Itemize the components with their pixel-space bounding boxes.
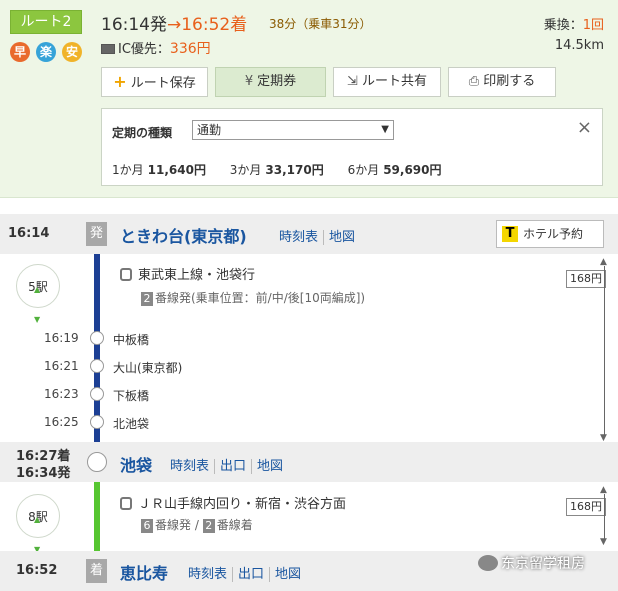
route-times: 16:14発→16:52着: [101, 10, 247, 35]
train-icon: [120, 497, 132, 510]
origin-time: 16:14: [8, 226, 50, 241]
hotel-booking-button[interactable]: T ホテル予約: [496, 220, 604, 248]
leg2-platform: 6 番線発 / 2 番線着: [141, 516, 253, 533]
duration: 38分（乗車31分）: [269, 17, 372, 31]
transfer-label: 乗換：: [543, 18, 583, 33]
destination-station-name[interactable]: 恵比寿: [120, 560, 168, 584]
leg2-fare-range: [604, 494, 605, 540]
transfer-number: 1回: [582, 18, 604, 33]
commuter-pass-panel: 定期の種類 通勤 ▼ × 1か月 11,640円 3か月 33,170円 6か月 59…: [101, 108, 603, 186]
depart-tag: 発: [86, 222, 107, 246]
printer-icon: ⎙: [468, 74, 480, 89]
timetable-link[interactable]: 時刻表: [170, 459, 214, 474]
easiest-badge: 楽: [36, 42, 56, 62]
cheapest-badge: 安: [62, 42, 82, 62]
pass-type-select[interactable]: 通勤 ▼: [192, 120, 394, 140]
transfer-station-row: 16:27着 16:34発 池袋 時刻表 出口 地図: [0, 442, 618, 482]
leg1-platform: 2 番線発(乗車位置：前/中/後[10両編成]): [141, 289, 365, 306]
leg1-fare-range: [604, 266, 605, 436]
leg2-station-count[interactable]: ▲ 8駅 ▼: [16, 494, 60, 554]
wechat-icon: [478, 555, 498, 571]
exit-link[interactable]: 出口: [232, 567, 270, 582]
stop-node: [90, 331, 104, 345]
destination-time: 16:52: [16, 563, 58, 578]
leg2-fare: 168円: [566, 498, 606, 516]
fare-range-down-arrow-icon: ▼: [600, 537, 607, 547]
leg2-train[interactable]: ＪＲ山手線内回り・新宿・渋谷方面: [120, 493, 346, 512]
distance: 14.5km: [554, 38, 604, 53]
arrive-time: →16:52着: [167, 15, 248, 35]
stop-time: 16:23: [44, 387, 79, 401]
stop-name[interactable]: 中板橋: [113, 331, 149, 348]
timetable-link[interactable]: 時刻表: [279, 230, 323, 245]
route-label: ルート2: [10, 10, 82, 34]
commuter-pass-button[interactable]: ¥ 定期券: [215, 67, 326, 97]
route-summary: ルート2 早 楽 安 16:14発→16:52着 38分（乗車31分） IC優先…: [0, 0, 618, 198]
map-link[interactable]: 地図: [269, 567, 307, 582]
stop-node: [90, 415, 104, 429]
caret-down-icon: ▼: [381, 124, 389, 135]
watermark: 东京留学租房: [478, 553, 610, 583]
stop-name[interactable]: 大山(東京都): [113, 359, 182, 376]
map-link[interactable]: 地図: [251, 459, 289, 474]
exit-link[interactable]: 出口: [214, 459, 252, 474]
save-route-button[interactable]: + ルート保存: [101, 67, 208, 97]
print-button[interactable]: ⎙ 印刷する: [448, 67, 556, 97]
ic-fare: 336円: [169, 41, 211, 57]
plus-icon: +: [113, 72, 127, 91]
ic-label: IC優先：: [118, 42, 170, 57]
depart-time: 16:14発: [101, 15, 167, 35]
pass-fares: 1か月 11,640円 3か月 33,170円 6か月 59,690円: [112, 163, 442, 177]
stop-name[interactable]: 北池袋: [113, 415, 149, 432]
stop-time: 16:25: [44, 415, 79, 429]
share-icon: ⇲: [347, 74, 358, 89]
origin-links: 時刻表 地図: [279, 226, 361, 245]
pass-type-label: 定期の種類: [112, 126, 173, 140]
train-icon: [120, 268, 132, 281]
leg1-fare: 168円: [566, 270, 606, 288]
arrive-tag: 着: [86, 559, 107, 583]
leg1-train[interactable]: 東武東上線・池袋行: [120, 264, 255, 283]
t-point-icon: T: [502, 226, 518, 242]
triangle-down-icon: ▼: [34, 315, 41, 324]
ic-fare-row: IC優先：336円: [101, 38, 211, 58]
transfer-depart-time: 16:34発: [16, 466, 71, 481]
stop-time: 16:21: [44, 359, 79, 373]
yen-icon: ¥: [244, 74, 254, 89]
origin-station-row: 16:14 発 ときわ台(東京都) 時刻表 地図 T ホテル予約: [0, 214, 618, 254]
fastest-badge: 早: [10, 42, 30, 62]
leg1-station-count[interactable]: ▲ 5駅 ▼: [16, 264, 60, 324]
map-link[interactable]: 地図: [323, 230, 361, 245]
transfer-node: [87, 452, 107, 472]
stop-time: 16:19: [44, 331, 79, 345]
share-route-button[interactable]: ⇲ ルート共有: [333, 67, 441, 97]
origin-station-name[interactable]: ときわ台(東京都): [120, 223, 247, 247]
destination-links: 時刻表 出口 地図: [188, 563, 307, 582]
close-icon[interactable]: ×: [577, 117, 592, 138]
transfer-station-name[interactable]: 池袋: [120, 452, 152, 476]
timetable-link[interactable]: 時刻表: [188, 567, 232, 582]
transfer-count: 乗換：1回: [544, 14, 604, 33]
stop-node: [90, 359, 104, 373]
ic-card-icon: [101, 44, 115, 54]
stop-name[interactable]: 下板橋: [113, 387, 149, 404]
transfer-links: 時刻表 出口 地図: [170, 455, 289, 474]
stop-node: [90, 387, 104, 401]
